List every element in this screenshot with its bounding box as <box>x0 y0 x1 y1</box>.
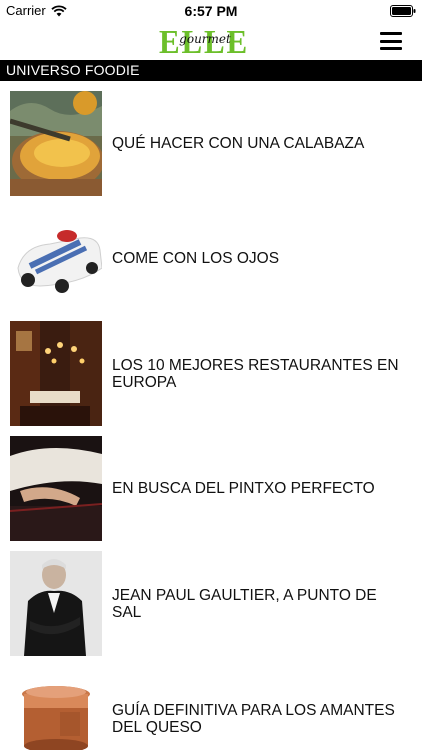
status-time: 6:57 PM <box>184 3 238 19</box>
battery-icon <box>390 5 416 17</box>
article-item[interactable]: QUÉ HACER CON UNA CALABAZA <box>0 81 422 196</box>
article-title: GUÍA DEFINITIVA PARA LOS AMANTES DEL QUE… <box>112 701 395 736</box>
menu-bar-3 <box>380 47 402 50</box>
logo-script-text: gourmet <box>179 32 231 46</box>
white-car-dessert-image <box>10 206 102 311</box>
copper-tin-image <box>10 666 102 750</box>
article-list: QUÉ HACER CON UNA CALABAZA COME CON LOS … <box>0 81 422 750</box>
article-item[interactable]: GUÍA DEFINITIVA PARA LOS AMANTES DEL QUE… <box>0 656 422 750</box>
article-item[interactable]: EN BUSCA DEL PINTXO PERFECTO <box>0 426 422 541</box>
app-header: ELLE gourmet <box>0 22 422 60</box>
hamburger-menu-icon[interactable] <box>380 32 402 50</box>
chef-hands-image <box>10 436 102 541</box>
article-item[interactable]: JEAN PAUL GAULTIER, A PUNTO DE SAL <box>0 541 422 656</box>
pumpkin-dish-image <box>10 91 102 196</box>
menu-bar-1 <box>380 32 402 35</box>
article-item[interactable]: COME CON LOS OJOS <box>0 196 422 311</box>
article-item[interactable]: LOS 10 MEJORES RESTAURANTES EN EUROPA <box>0 311 422 426</box>
article-title: JEAN PAUL GAULTIER, A PUNTO DE SAL <box>112 586 377 621</box>
section-title-bar: UNIVERSO FOODIE <box>0 60 422 81</box>
status-bar: Carrier 6:57 PM <box>0 0 422 22</box>
jean-paul-gaultier-portrait-image <box>10 551 102 656</box>
article-title: COME CON LOS OJOS <box>112 250 280 267</box>
article-title: LOS 10 MEJORES RESTAURANTES EN EUROPA <box>112 356 399 391</box>
article-title: QUÉ HACER CON UNA CALABAZA <box>112 135 365 152</box>
app-screen: Carrier 6:57 PM ELLE gourmet UNIVERSO FO… <box>0 0 422 750</box>
elle-gourmet-logo[interactable]: ELLE gourmet <box>158 24 250 58</box>
article-title: EN BUSCA DEL PINTXO PERFECTO <box>112 480 375 497</box>
restaurant-interior-image <box>10 321 102 426</box>
menu-bar-2 <box>380 39 402 43</box>
